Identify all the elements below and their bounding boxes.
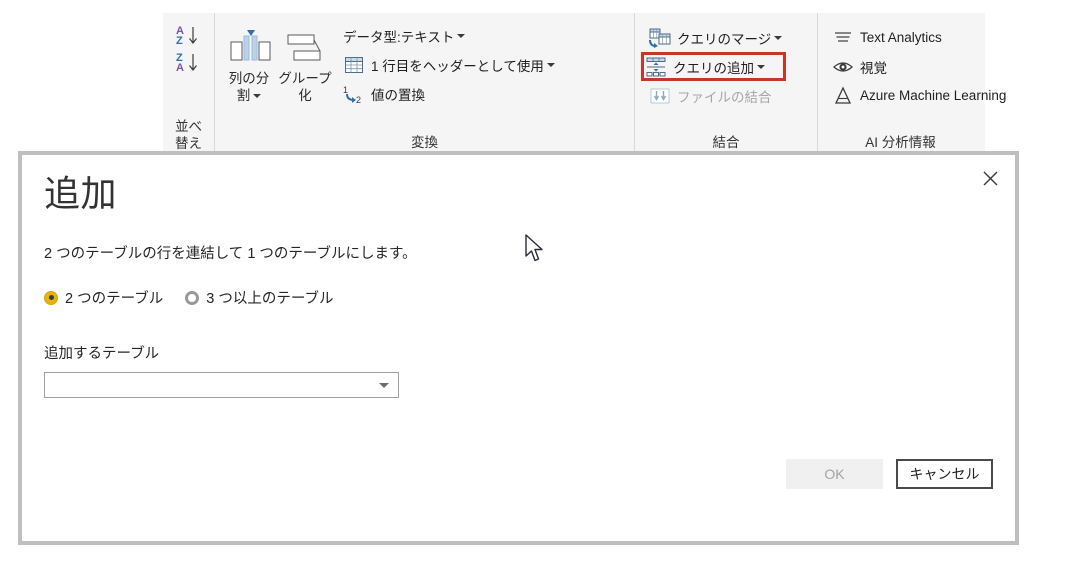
chevron-down-icon[interactable] [379, 382, 389, 388]
combine-files-button: ファイルの結合 [645, 81, 786, 110]
table-to-append-label: 追加するテーブル [44, 346, 160, 363]
azure-machine-learning-label: Azure Machine Learning [860, 88, 1007, 103]
transform-small-buttons: データ型:テキスト 1 行目をヘッダーとして使用 1 2 値の置換 [339, 19, 559, 108]
group-by-button[interactable]: グループ 化 [277, 19, 333, 105]
use-first-row-as-header-button[interactable]: 1 行目をヘッダーとして使用 [339, 50, 559, 79]
use-first-row-as-header-label: 1 行目をヘッダーとして使用 [371, 58, 544, 74]
radio-option-three-or-more-tables-label: 3 つ以上のテーブル [206, 291, 334, 308]
dialog-title: 追加 [44, 173, 118, 214]
append-queries-button[interactable]: クエリの追加 [641, 52, 787, 81]
use-first-row-as-header-icon [343, 54, 365, 76]
ribbon-group-ai-insights: Text Analytics 視覚 Azure Machine Learning… [818, 13, 1006, 156]
dialog-description: 2 つのテーブルの行を連結して 1 つのテーブルにします。 [44, 246, 417, 263]
chevron-down-icon[interactable] [757, 64, 765, 69]
azure-machine-learning-button[interactable]: Azure Machine Learning [828, 81, 1010, 110]
svg-text:1: 1 [343, 85, 348, 95]
merge-queries-icon [649, 27, 671, 49]
azure-machine-learning-icon [832, 85, 854, 107]
ribbon-group-sort: A Z Z A 並べ 替え [163, 13, 215, 156]
radio-option-three-or-more-tables[interactable]: 3 つ以上のテーブル [185, 287, 333, 308]
append-dialog: 追加 2 つのテーブルの行を連結して 1 つのテーブルにします。 2 つのテーブ… [18, 151, 1019, 545]
radio-option-two-tables-label: 2 つのテーブル [65, 291, 164, 308]
ribbon-group-label-sort-line1: 並べ [175, 118, 202, 134]
combine-small-buttons: クエリのマージ クエリの追加 ファイルの結合 [641, 21, 787, 110]
text-analytics-button[interactable]: Text Analytics [828, 23, 1010, 52]
chevron-down-icon[interactable] [457, 33, 466, 38]
append-queries-label: クエリの追加 [673, 60, 754, 76]
chevron-down-icon[interactable] [546, 62, 555, 67]
ok-button[interactable]: OK [786, 459, 883, 489]
split-column-label-line2: 割 [237, 88, 262, 105]
replace-values-label: 値の置換 [371, 87, 425, 103]
sort-ascending-button[interactable]: A Z [169, 21, 209, 48]
combine-files-icon [649, 85, 671, 107]
chevron-down-icon[interactable] [774, 35, 783, 40]
ribbon-group-combine: クエリのマージ クエリの追加 ファイルの結合 結合 [635, 13, 818, 156]
merge-queries-button[interactable]: クエリのマージ [645, 23, 786, 52]
close-icon [983, 171, 997, 185]
svg-text:A: A [176, 62, 184, 73]
data-type-button[interactable]: データ型:テキスト [339, 21, 559, 50]
close-button[interactable] [973, 163, 1007, 193]
sort-descending-button[interactable]: Z A [169, 48, 209, 75]
split-column-label-line2-text: 割 [236, 87, 251, 103]
text-analytics-label: Text Analytics [860, 30, 942, 45]
power-query-ribbon: A Z Z A 並べ 替え 列の分 割 グループ 化 データ型:テキスト 1 行… [163, 13, 1006, 156]
vision-label: 視覚 [860, 60, 887, 76]
sort-descending-icon: Z A [176, 52, 197, 73]
replace-values-button[interactable]: 1 2 値の置換 [339, 79, 559, 108]
radio-unselected-icon[interactable] [185, 290, 200, 305]
replace-values-icon: 1 2 [343, 83, 365, 105]
append-queries-icon [645, 56, 667, 78]
vision-eye-icon [832, 56, 854, 78]
split-column-button[interactable]: 列の分 割 [221, 19, 277, 105]
chevron-down-icon[interactable] [253, 94, 262, 99]
svg-text:2: 2 [356, 95, 361, 104]
group-by-label-line1: グループ [278, 71, 332, 86]
vision-button[interactable]: 視覚 [828, 52, 1010, 81]
text-analytics-icon [832, 27, 854, 49]
svg-text:Z: Z [176, 35, 183, 46]
radio-option-two-tables[interactable]: 2 つのテーブル [44, 287, 163, 308]
ribbon-group-transform: 列の分 割 グループ 化 データ型:テキスト 1 行目をヘッダーとして使用 1 … [215, 13, 635, 156]
group-by-label-line2: 化 [298, 87, 312, 103]
ai-small-buttons: Text Analytics 視覚 Azure Machine Learning [828, 21, 1010, 110]
data-type-label: データ型:テキスト [343, 29, 455, 45]
split-column-label-line1: 列の分 [228, 71, 270, 86]
dialog-button-row: OK キャンセル [786, 459, 993, 489]
table-to-append-dropdown[interactable] [44, 372, 399, 399]
combine-files-label: ファイルの結合 [677, 89, 772, 105]
table-count-radio-group: 2 つのテーブル 3 つ以上のテーブル [44, 287, 993, 308]
group-by-icon [282, 25, 328, 71]
sort-ascending-icon: A Z [176, 25, 197, 46]
radio-selected-icon[interactable] [44, 290, 58, 305]
cancel-button[interactable]: キャンセル [896, 459, 993, 489]
merge-queries-label: クエリのマージ [677, 31, 772, 47]
split-column-icon [226, 25, 272, 71]
